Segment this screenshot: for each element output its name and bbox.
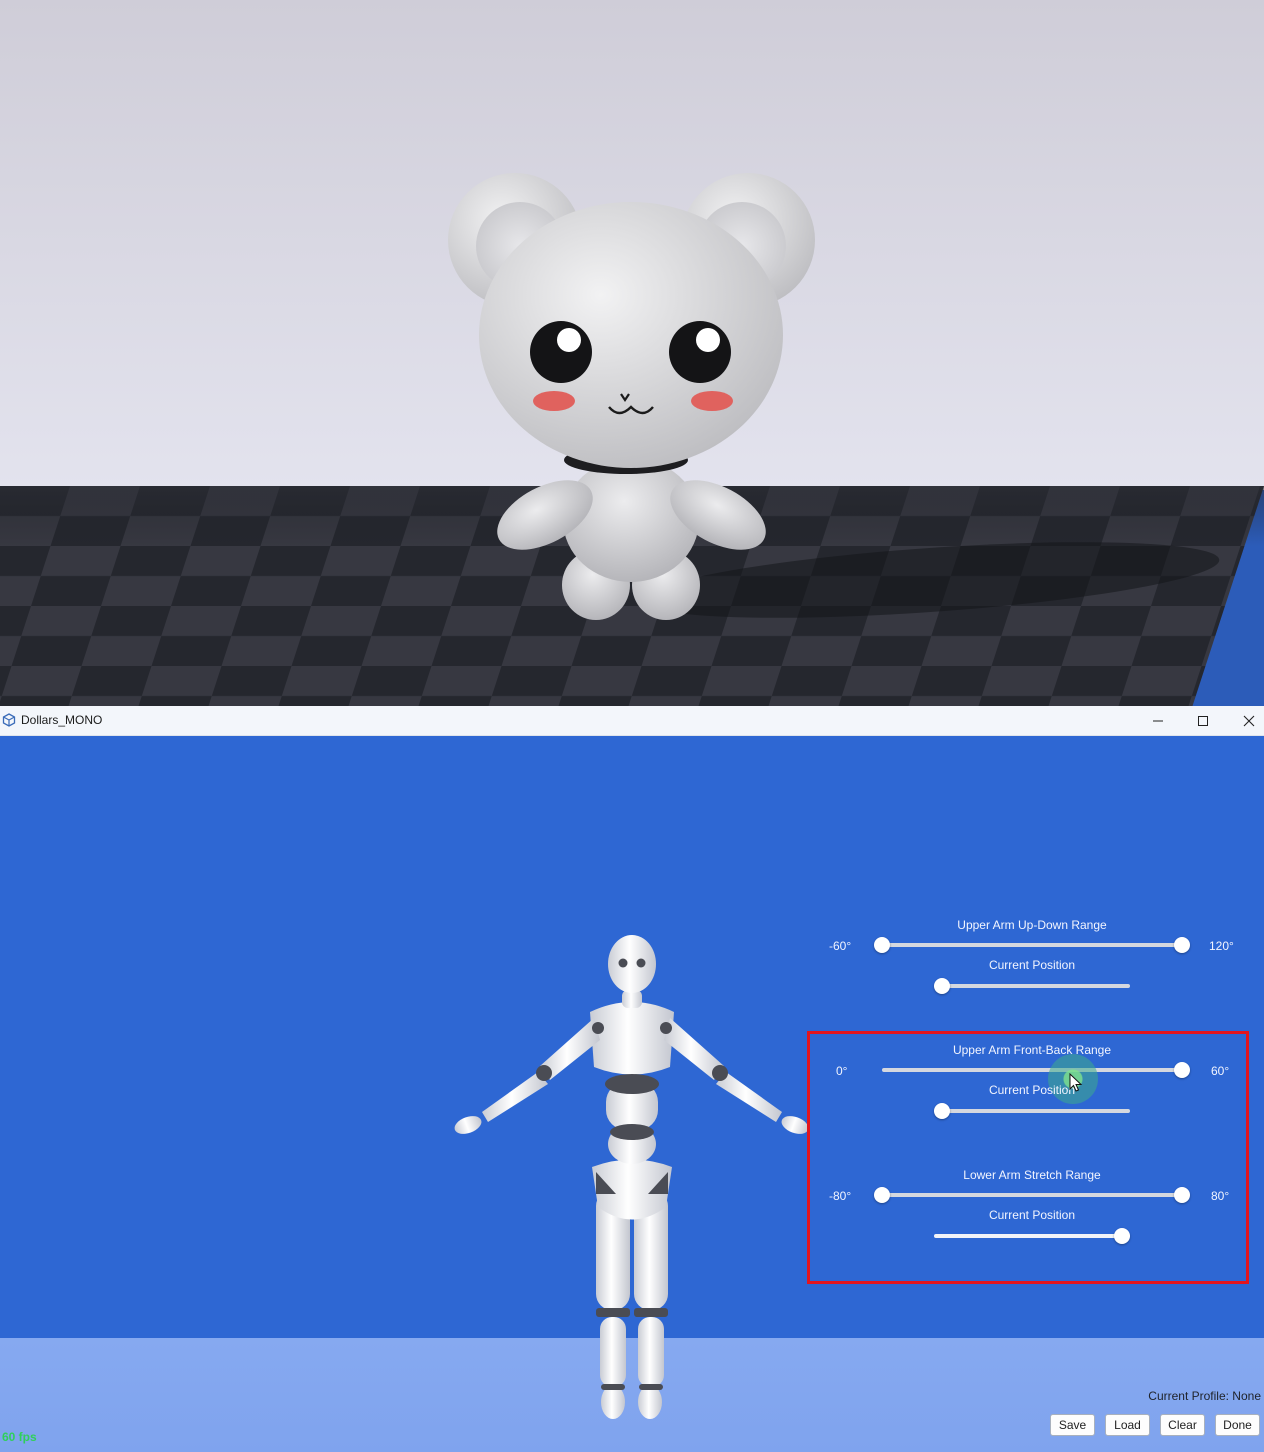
maximize-icon bbox=[1198, 715, 1208, 726]
mouse-pointer-icon bbox=[1069, 1073, 1083, 1092]
upper-arm-front-back-current-thumb bbox=[934, 1103, 950, 1119]
lower-arm-stretch-current-track bbox=[934, 1234, 1130, 1238]
close-button[interactable] bbox=[1226, 706, 1264, 735]
minimize-button[interactable] bbox=[1135, 706, 1181, 735]
3d-viewport[interactable] bbox=[0, 0, 1264, 706]
lower-arm-stretch-current-thumb bbox=[1114, 1228, 1130, 1244]
upper-arm-front-back-min: 0° bbox=[836, 1064, 848, 1078]
clear-button[interactable]: Clear bbox=[1160, 1414, 1205, 1436]
cube-icon bbox=[2, 713, 16, 727]
lower-arm-stretch-track[interactable] bbox=[882, 1193, 1182, 1197]
upper-arm-front-back-title: Upper Arm Front-Back Range bbox=[952, 1043, 1112, 1057]
window-title-bar[interactable]: Dollars_MONO bbox=[0, 706, 1264, 736]
lower-arm-stretch-high-thumb[interactable] bbox=[1174, 1187, 1190, 1203]
window-title: Dollars_MONO bbox=[21, 713, 103, 727]
upper-arm-front-back-track[interactable] bbox=[882, 1068, 1182, 1072]
lower-arm-stretch-title: Lower Arm Stretch Range bbox=[963, 1168, 1101, 1182]
upper-arm-up-down-current-thumb bbox=[934, 978, 950, 994]
app-content: Upper Arm Up-Down Range -60° 120° Curren… bbox=[0, 736, 1264, 1452]
mannequin-figure bbox=[454, 935, 809, 1419]
fps-counter: 60 fps bbox=[2, 1430, 37, 1444]
upper-arm-up-down-min: -60° bbox=[829, 939, 852, 953]
lower-arm-stretch-min: -80° bbox=[829, 1189, 852, 1203]
upper-arm-up-down-current-label: Current Position bbox=[988, 958, 1076, 972]
save-button[interactable]: Save bbox=[1050, 1414, 1095, 1436]
upper-arm-up-down-high-thumb[interactable] bbox=[1174, 937, 1190, 953]
done-button[interactable]: Done bbox=[1215, 1414, 1260, 1436]
lower-arm-stretch-max: 80° bbox=[1211, 1189, 1230, 1203]
minimize-icon bbox=[1153, 720, 1163, 721]
lower-arm-stretch-current-label: Current Position bbox=[988, 1208, 1076, 1222]
upper-arm-up-down-max: 120° bbox=[1209, 939, 1234, 953]
load-button[interactable]: Load bbox=[1105, 1414, 1150, 1436]
close-icon bbox=[1243, 715, 1255, 726]
lower-arm-stretch-low-thumb[interactable] bbox=[874, 1187, 890, 1203]
upper-arm-up-down-low-thumb[interactable] bbox=[874, 937, 890, 953]
upper-arm-front-back-current-label: Current Position bbox=[988, 1083, 1076, 1097]
upper-arm-front-back-current-track bbox=[934, 1109, 1130, 1113]
upper-arm-front-back-high-thumb[interactable] bbox=[1174, 1062, 1190, 1078]
upper-arm-up-down-current-track bbox=[934, 984, 1130, 988]
maximize-button[interactable] bbox=[1180, 706, 1226, 735]
upper-arm-up-down-track[interactable] bbox=[882, 943, 1182, 947]
current-profile-text: Current Profile: None bbox=[1148, 1389, 1261, 1403]
upper-arm-up-down-title: Upper Arm Up-Down Range bbox=[957, 918, 1107, 932]
upper-arm-front-back-max: 60° bbox=[1211, 1064, 1230, 1078]
